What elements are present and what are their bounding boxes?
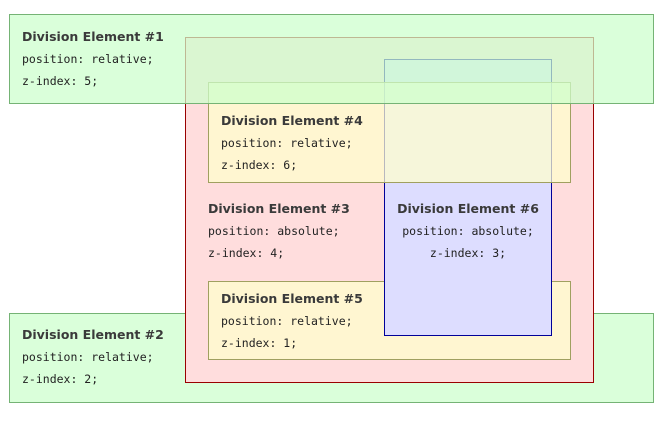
division-element-6-position: position: absolute; xyxy=(402,224,534,238)
division-element-6-title: Division Element #6 xyxy=(397,201,539,216)
division-element-4-zindex: z-index: 6; xyxy=(221,158,298,172)
division-element-1-title: Division Element #1 xyxy=(22,29,164,44)
division-element-4-position: position: relative; xyxy=(221,136,353,150)
division-element-3-position: position: absolute; xyxy=(208,224,340,238)
division-element-1: Division Element #1 position: relative; … xyxy=(9,14,654,104)
division-element-4-title: Division Element #4 xyxy=(221,113,363,128)
division-element-1-zindex: z-index: 5; xyxy=(22,74,99,88)
division-element-3-title: Division Element #3 xyxy=(208,201,350,216)
division-element-6-zindex: z-index: 3; xyxy=(429,246,507,260)
division-element-5-zindex: z-index: 1; xyxy=(221,336,298,350)
division-element-3-zindex: z-index: 4; xyxy=(208,246,285,260)
division-element-1-position: position: relative; xyxy=(22,52,154,66)
